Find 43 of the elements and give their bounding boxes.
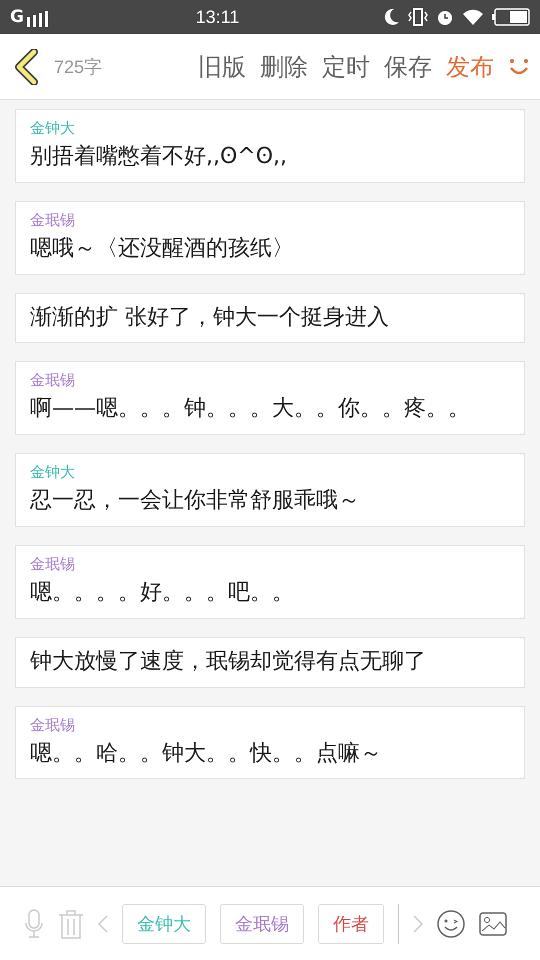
message-text: 嗯哦～〈还没醒酒的孩纸〉: [30, 234, 295, 263]
message-text: 忍一忍，一会让你非常舒服乖哦～: [30, 487, 361, 516]
speaker-name: 金珉锡: [30, 554, 76, 574]
message-card[interactable]: 金钟大 别捂着嘴憋着不好,,ʘ^ʘ,,: [15, 109, 525, 183]
image-icon[interactable]: [479, 912, 507, 936]
message-text: 嗯。。哈。。钟大。。快。。点嘛～: [30, 740, 383, 768]
alarm-icon: [436, 8, 454, 26]
speaker-name: 金珉锡: [30, 210, 76, 230]
message-card[interactable]: 金珉锡 嗯。。哈。。钟大。。快。。点嘛～: [15, 706, 525, 780]
header-action[interactable]: 保存: [384, 50, 432, 82]
message-card[interactable]: 渐渐的扩 张好了，钟大一个挺身进入: [15, 292, 525, 344]
message-card[interactable]: 金珉锡 啊——嗯。。。钟。。。大。。你。。疼。。: [15, 361, 525, 436]
signal-icon: [26, 11, 51, 27]
moon-icon: [384, 8, 400, 26]
message-text: 别捂着嘴憋着不好,,ʘ^ʘ,,: [30, 143, 288, 171]
chevron-left-icon[interactable]: [98, 914, 108, 932]
message-text: 渐渐的扩 张好了，钟大一个挺身进入: [30, 304, 390, 332]
message-card[interactable]: 金珉锡 嗯。。。。好。。。吧。。: [15, 544, 525, 619]
message-card[interactable]: 金钟大 忍一忍，一会让你非常舒服乖哦～: [15, 453, 525, 527]
network-type: G: [10, 7, 24, 27]
message-text: 啊——嗯。。。钟。。。大。。你。。疼。。: [30, 395, 471, 424]
speaker-name: 金钟大: [30, 463, 76, 482]
vibrate-icon: [408, 8, 428, 26]
message-card[interactable]: 钟大放慢了速度，珉锡却觉得有点无聊了: [15, 636, 525, 688]
message-text: 钟大放慢了速度，珉锡却觉得有点无聊了: [30, 648, 427, 676]
message-card[interactable]: 金珉锡 嗯哦～〈还没醒酒的孩纸〉: [15, 200, 525, 275]
wifi-icon: [462, 9, 484, 25]
back-icon[interactable]: [14, 48, 40, 84]
header-action[interactable]: 旧版: [198, 50, 246, 82]
speaker-name: 金珉锡: [30, 716, 76, 735]
word-count: 725字: [54, 56, 102, 78]
microphone-icon[interactable]: [24, 908, 44, 938]
battery-icon: [492, 8, 530, 26]
trash-icon[interactable]: [58, 908, 84, 938]
header-action[interactable]: 定时: [322, 50, 370, 82]
header-action[interactable]: 删除: [260, 50, 308, 82]
message-text: 嗯。。。。好。。。吧。。: [30, 578, 295, 607]
chevron-right-icon[interactable]: [413, 914, 423, 932]
clock-time: 13:11: [196, 6, 240, 28]
speaker-name: 金钟大: [30, 119, 76, 138]
speaker-name: 金珉锡: [30, 371, 76, 390]
emoji-icon[interactable]: [437, 910, 465, 938]
character-chip[interactable]: 作者: [318, 904, 384, 944]
